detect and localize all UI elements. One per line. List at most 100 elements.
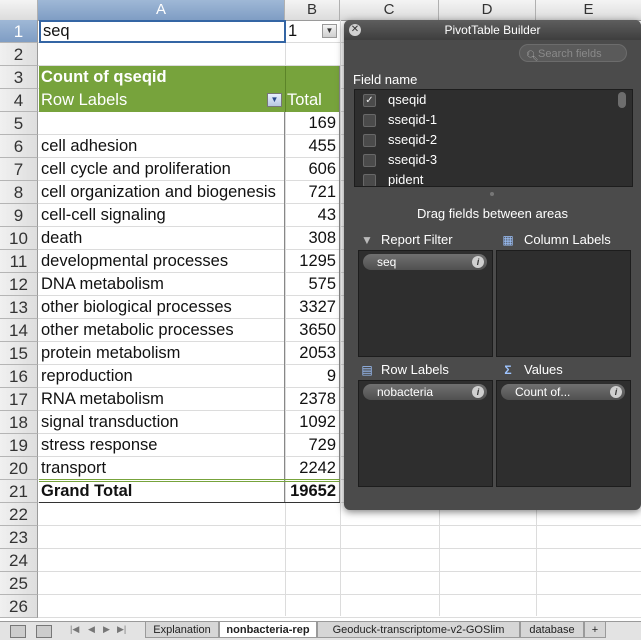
search-fields-input[interactable]: 🔍︎ Search fields xyxy=(519,44,627,62)
prev-sheet-icon[interactable]: ◀ xyxy=(88,624,95,635)
pivot-row-value[interactable]: 308 xyxy=(285,227,336,250)
field-item-sseqid-3[interactable]: sseqid-3 xyxy=(355,150,615,170)
filter-field-cell[interactable]: seq xyxy=(39,20,286,43)
report-filter-area[interactable]: seq i xyxy=(358,250,493,357)
pivot-row-label[interactable]: signal transduction xyxy=(41,411,283,434)
pivot-row-label[interactable]: stress response xyxy=(41,434,283,457)
row-header-4[interactable]: 4 xyxy=(0,89,38,112)
row-header-25[interactable]: 25 xyxy=(0,572,38,595)
row-header-8[interactable]: 8 xyxy=(0,181,38,204)
tab-nonbacteria-rep[interactable]: nonbacteria-rep xyxy=(219,622,317,638)
grid-row[interactable] xyxy=(38,595,641,618)
pivot-row-label[interactable]: DNA metabolism xyxy=(41,273,283,296)
column-header-e[interactable]: E xyxy=(536,0,641,20)
row-header-20[interactable]: 20 xyxy=(0,457,38,480)
pivot-row-value[interactable]: 1092 xyxy=(285,411,336,434)
row-labels-field-pill[interactable]: nobacteria i xyxy=(363,384,487,400)
field-item-sseqid-1[interactable]: sseqid-1 xyxy=(355,110,615,130)
field-item-sseqid-2[interactable]: sseqid-2 xyxy=(355,130,615,150)
pivot-row-label[interactable]: other biological processes xyxy=(41,296,283,319)
values-area[interactable]: Count of... i xyxy=(496,380,631,487)
info-icon[interactable]: i xyxy=(472,386,484,398)
tab-explanation[interactable]: Explanation xyxy=(145,622,219,638)
row-header-23[interactable]: 23 xyxy=(0,526,38,549)
row-header-10[interactable]: 10 xyxy=(0,227,38,250)
next-sheet-icon[interactable]: ▶ xyxy=(103,624,110,635)
tab-database[interactable]: database xyxy=(520,622,584,638)
pivot-row-label[interactable]: reproduction xyxy=(41,365,283,388)
pivot-row-value[interactable]: 2378 xyxy=(285,388,336,411)
info-icon[interactable]: i xyxy=(472,256,484,268)
select-all-corner[interactable] xyxy=(0,0,38,20)
dropdown-arrow-icon[interactable]: ▼ xyxy=(267,93,282,107)
row-header-15[interactable]: 15 xyxy=(0,342,38,365)
row-header-24[interactable]: 24 xyxy=(0,549,38,572)
row-header-9[interactable]: 9 xyxy=(0,204,38,227)
column-header-a[interactable]: A xyxy=(38,0,285,20)
pivot-row-value[interactable]: 3650 xyxy=(285,319,336,342)
close-icon[interactable]: ✕ xyxy=(349,24,361,36)
row-header-11[interactable]: 11 xyxy=(0,250,38,273)
column-header-b[interactable]: B xyxy=(285,0,340,20)
page-layout-view-icon[interactable] xyxy=(36,625,52,638)
pivot-row-label[interactable]: death xyxy=(41,227,283,250)
pivot-row-value[interactable]: 2242 xyxy=(285,457,336,480)
column-labels-area[interactable] xyxy=(496,250,631,357)
checkbox[interactable] xyxy=(363,114,376,127)
pivot-row-value[interactable]: 1295 xyxy=(285,250,336,273)
pivot-row-label[interactable]: cell-cell signaling xyxy=(41,204,283,227)
row-header-5[interactable]: 5 xyxy=(0,112,38,135)
checkbox[interactable] xyxy=(363,154,376,167)
pivot-row-value[interactable]: 43 xyxy=(285,204,336,227)
normal-view-icon[interactable] xyxy=(10,625,26,638)
row-header-13[interactable]: 13 xyxy=(0,296,38,319)
pivot-row-label[interactable]: cell adhesion xyxy=(41,135,283,158)
grid-row[interactable] xyxy=(38,526,641,549)
row-labels-header[interactable]: Row Labels xyxy=(41,89,283,112)
row-header-19[interactable]: 19 xyxy=(0,434,38,457)
field-item-pident[interactable]: pident xyxy=(355,170,615,186)
pivot-row-label[interactable]: transport xyxy=(41,457,283,480)
info-icon[interactable]: i xyxy=(610,386,622,398)
checkbox-checked[interactable]: ✓ xyxy=(363,94,376,107)
pivot-row-label[interactable]: other metabolic processes xyxy=(41,319,283,342)
column-header-c[interactable]: C xyxy=(340,0,439,20)
first-sheet-icon[interactable]: |◀ xyxy=(70,624,79,635)
row-header-7[interactable]: 7 xyxy=(0,158,38,181)
add-sheet-button[interactable]: + xyxy=(584,622,606,638)
checkbox[interactable] xyxy=(363,174,376,186)
grid-row[interactable] xyxy=(38,549,641,572)
resize-handle[interactable] xyxy=(490,192,494,196)
row-header-6[interactable]: 6 xyxy=(0,135,38,158)
pivot-row-value[interactable]: 9 xyxy=(285,365,336,388)
pivot-row-label[interactable]: RNA metabolism xyxy=(41,388,283,411)
pivot-row-value[interactable]: 606 xyxy=(285,158,336,181)
pivot-row-value[interactable]: 575 xyxy=(285,273,336,296)
filter-dropdown-icon[interactable]: ▼ xyxy=(322,24,337,38)
pivot-row-value[interactable]: 721 xyxy=(285,181,336,204)
row-header-12[interactable]: 12 xyxy=(0,273,38,296)
checkbox[interactable] xyxy=(363,134,376,147)
row-header-1[interactable]: 1 xyxy=(0,20,38,43)
values-field-pill[interactable]: Count of... i xyxy=(501,384,625,400)
row-header-2[interactable]: 2 xyxy=(0,43,38,66)
field-list[interactable]: ✓ qseqid sseqid-1 sseqid-2 sseqid-3 pident xyxy=(354,89,633,187)
report-filter-field-pill[interactable]: seq i xyxy=(363,254,487,270)
pivot-row-value[interactable]: 2053 xyxy=(285,342,336,365)
grand-total-value[interactable]: 19652 xyxy=(285,480,336,503)
pivot-row-label[interactable]: developmental processes xyxy=(41,250,283,273)
row-header-26[interactable]: 26 xyxy=(0,595,38,618)
last-sheet-icon[interactable]: ▶| xyxy=(117,624,126,635)
grand-total-label[interactable]: Grand Total xyxy=(41,480,283,503)
field-item-qseqid[interactable]: ✓ qseqid xyxy=(355,90,615,110)
pivot-row-label[interactable]: cell organization and biogenesis xyxy=(41,181,283,204)
pivot-row-value[interactable]: 3327 xyxy=(285,296,336,319)
field-list-scrollbar[interactable] xyxy=(618,92,626,108)
pivot-row-label[interactable] xyxy=(41,112,283,135)
row-header-18[interactable]: 18 xyxy=(0,411,38,434)
row-header-3[interactable]: 3 xyxy=(0,66,38,89)
tab-geoduck-transcriptome[interactable]: Geoduck-transcriptome-v2-GOSlim xyxy=(317,622,520,638)
row-header-14[interactable]: 14 xyxy=(0,319,38,342)
column-header-d[interactable]: D xyxy=(439,0,536,20)
row-header-22[interactable]: 22 xyxy=(0,503,38,526)
